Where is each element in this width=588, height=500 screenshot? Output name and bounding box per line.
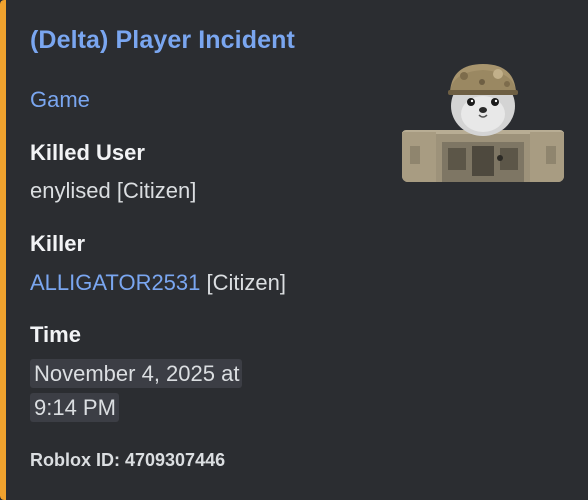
field-name-killed-user: Killed User	[30, 140, 145, 165]
game-link[interactable]: Game	[30, 87, 90, 113]
timestamp-value[interactable]: November 4, 2025 at 9:14 PM	[30, 357, 286, 425]
field-name-killer: Killer	[30, 231, 86, 256]
field-name-time: Time	[30, 322, 81, 347]
embed-accent-bar	[0, 0, 6, 500]
avatar-thumbnail[interactable]	[402, 62, 564, 182]
field-value-killer: ALLIGATOR2531 [Citizen]	[30, 270, 286, 296]
incident-embed: (Delta) Player Incident Game Killed User…	[0, 0, 588, 500]
killer-team-label: [Citizen]	[200, 270, 286, 295]
killer-user-link[interactable]: ALLIGATOR2531	[30, 270, 200, 295]
embed-title-link[interactable]: (Delta) Player Incident	[30, 26, 295, 55]
timestamp-chip-line2: 9:14 PM	[30, 393, 119, 422]
timestamp-chip-line1: November 4, 2025 at	[30, 359, 243, 388]
embed-footer: Roblox ID: 4709307446	[30, 450, 226, 470]
field-value-killed-user: enylised [Citizen]	[30, 178, 197, 203]
roblox-avatar-icon	[402, 64, 564, 182]
